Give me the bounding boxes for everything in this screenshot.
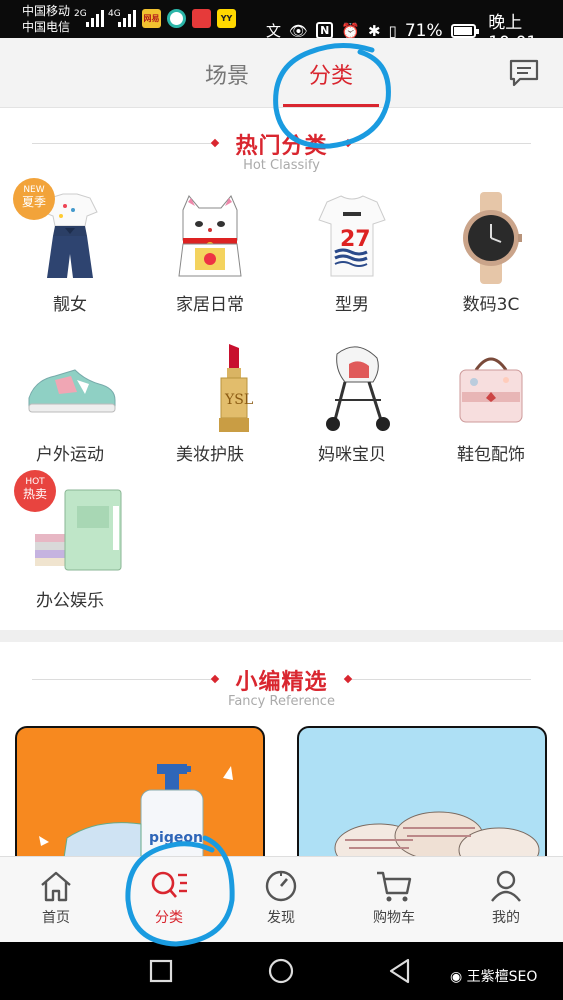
nav-home[interactable]: 首页 [16,869,96,927]
category-baby[interactable]: 妈咪宝贝 [282,340,422,465]
bluetooth-icon: ✱ [367,21,381,40]
nav-label: 购物车 [373,910,415,926]
category-bags[interactable]: 鞋包配饰 [421,340,561,465]
baby-product-icon: pigeon [39,764,233,874]
category-label: 户外运动 [36,445,104,465]
svg-text:YSL: YSL [224,392,253,408]
nav-label: 我的 [492,910,520,926]
pick-card-1[interactable]: pigeon [15,726,265,876]
svg-text:27: 27 [340,227,371,252]
notification-icons: 网易 YY [142,9,236,28]
reader-app-icon [192,9,211,28]
nav-label: 首页 [42,910,70,926]
home-icon [41,871,71,902]
wechat-icon: ◉ [450,969,463,985]
category-label: 办公娱乐 [36,591,104,611]
bottom-nav: 首页 分类 发现 购物车 我的 [0,856,563,942]
nav-label: 分类 [155,910,183,926]
nfc-icon: N [316,22,334,39]
watermark: ◉ 王紫檀SEO [450,966,537,986]
nav-label: 发现 [267,910,295,926]
nav-cart[interactable]: 购物车 [354,869,434,927]
category-search-icon [151,871,187,898]
carrier-info: 中国移动 中国电信 [22,3,70,35]
lucky-cat-icon [155,190,265,286]
cart-icon [377,871,412,902]
app-screen: 中国移动 中国电信 2G 4G 网易 YY 文 👁 N ⏰ ✱ ▯ 71% 晚上… [0,0,563,1000]
category-label: 鞋包配饰 [457,445,525,465]
network-type-1: 2G [74,9,87,19]
tshirt-icon: 27 [297,190,407,286]
yy-app-icon: YY [217,9,236,28]
refresh-app-icon [167,9,186,28]
profile-icon [491,870,521,902]
tab-scene[interactable]: 场景 [205,58,249,90]
vibrate-icon: ▯ [388,21,397,40]
category-label: 数码3C [462,295,520,315]
back-icon[interactable] [386,957,414,985]
hot-classify-header: 热门分类 Hot Classify [0,128,563,173]
hot-classify-subtitle: Hot Classify [243,158,320,173]
hot-classify-title: 热门分类 [235,134,328,159]
battery-icon [450,23,479,38]
message-icon[interactable] [508,58,540,88]
category-label: 家居日常 [176,295,244,315]
lipstick-icon: YSL [155,340,265,436]
watermark-text: 王紫檀SEO [466,969,538,985]
category-beauty[interactable]: YSL 美妆护肤 [140,340,280,465]
category-label: 美妆护肤 [176,445,244,465]
editor-picks-title: 小编精选 [235,670,328,695]
tab-category[interactable]: 分类 [309,58,353,90]
alarm-icon: ⏰ [341,21,360,40]
home-circle-icon[interactable] [267,957,295,985]
recent-apps-icon[interactable] [148,958,174,984]
netease-app-icon: 网易 [142,9,161,28]
status-bar: 中国移动 中国电信 2G 4G 网易 YY 文 👁 N ⏰ ✱ ▯ 71% 晚上… [0,0,563,53]
carrier-2: 中国电信 [22,20,71,34]
category-label: 靓女 [53,295,87,315]
section-gap [0,630,563,642]
sneaker-icon [15,340,125,436]
pick-card-2[interactable] [297,726,547,876]
top-tab-bar: 场景 分类 [0,38,563,108]
category-digital[interactable]: 数码3C [421,190,561,315]
category-men[interactable]: 27 型男 [282,190,422,315]
category-label: 妈咪宝贝 [318,445,386,465]
category-outdoor[interactable]: 户外运动 [0,340,140,465]
nav-category[interactable]: 分类 [129,869,209,927]
carrier-1: 中国移动 [22,4,71,18]
compass-icon [265,870,297,902]
active-tab-indicator [283,104,379,107]
svg-text:pigeon: pigeon [149,830,203,846]
new-summer-badge: NEW 夏季 [13,178,55,220]
handbag-icon [436,340,546,436]
slippers-icon [334,811,540,873]
smartwatch-icon [436,190,546,286]
signal-bars-2-icon [118,9,136,27]
nav-discover[interactable]: 发现 [241,869,321,927]
category-home[interactable]: 家居日常 [140,190,280,315]
category-label: 型男 [335,295,369,315]
signal-bars-1-icon [86,9,104,27]
editor-picks-subtitle: Fancy Reference [228,694,335,709]
hot-sale-badge: HOT 热卖 [14,470,56,512]
eye-icon: 👁 [289,21,309,40]
nav-profile[interactable]: 我的 [466,869,546,927]
editor-picks-header: 小编精选 Fancy Reference [0,664,563,709]
stroller-icon [297,340,407,436]
